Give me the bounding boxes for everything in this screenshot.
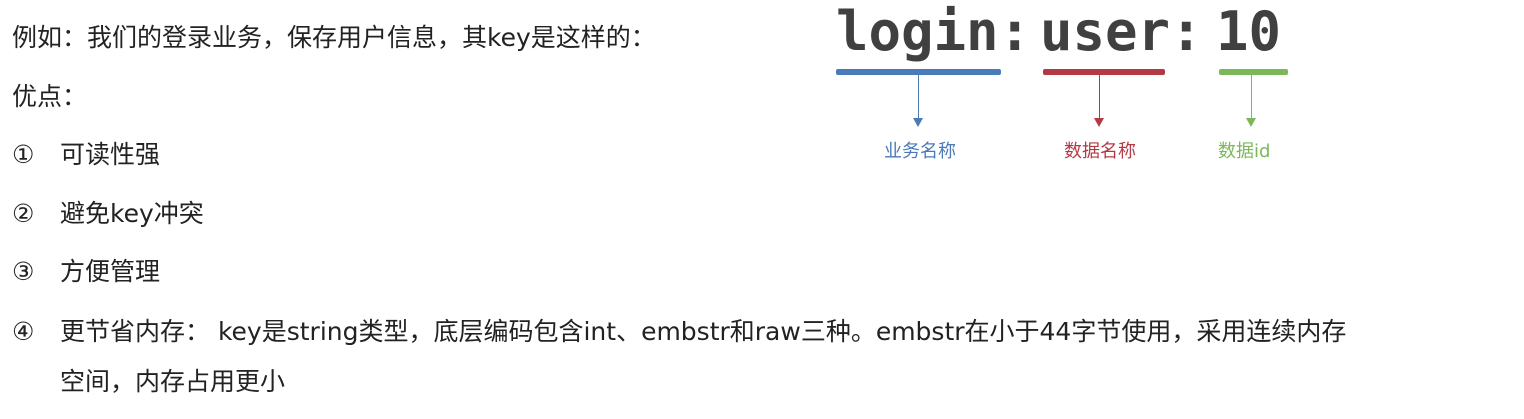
- item-text: 避免key冲突: [60, 199, 204, 228]
- underline-data: [1043, 69, 1165, 75]
- arrow-down-icon: [1246, 118, 1256, 127]
- label-business: 业务名称: [884, 141, 956, 162]
- item-text: 更节省内存： key是string类型，底层编码包含int、embstr和raw…: [60, 317, 1347, 346]
- item-number: ④: [12, 317, 35, 346]
- list-item: ③ 方便管理: [12, 256, 160, 288]
- arrow-down-icon: [1094, 118, 1104, 127]
- pros-heading: 优点：: [12, 82, 88, 111]
- underline-id: [1219, 69, 1288, 75]
- connector-business: [918, 75, 919, 119]
- label-id: 数据id: [1218, 141, 1271, 162]
- item-number: ②: [12, 199, 35, 228]
- list-item: ② 避免key冲突: [12, 198, 204, 230]
- connector-data: [1099, 75, 1100, 119]
- item-text: 可读性强: [60, 140, 161, 169]
- item-text: 方便管理: [60, 257, 161, 286]
- key-part-data: user:: [1040, 0, 1203, 63]
- key-part-business: login:: [836, 0, 1032, 63]
- item-number: ③: [12, 257, 35, 286]
- connector-id: [1251, 75, 1252, 119]
- arrow-down-icon: [913, 118, 923, 127]
- list-item: ① 可读性强: [12, 139, 160, 171]
- label-data: 数据名称: [1064, 141, 1136, 162]
- key-part-id: 10: [1216, 0, 1282, 63]
- item-number: ①: [12, 140, 35, 169]
- item-continuation: 空间，内存占用更小: [60, 367, 286, 396]
- intro-text: 例如：我们的登录业务，保存用户信息，其key是这样的：: [12, 23, 656, 52]
- list-item: ④ 更节省内存： key是string类型，底层编码包含int、embstr和ra…: [12, 316, 1346, 348]
